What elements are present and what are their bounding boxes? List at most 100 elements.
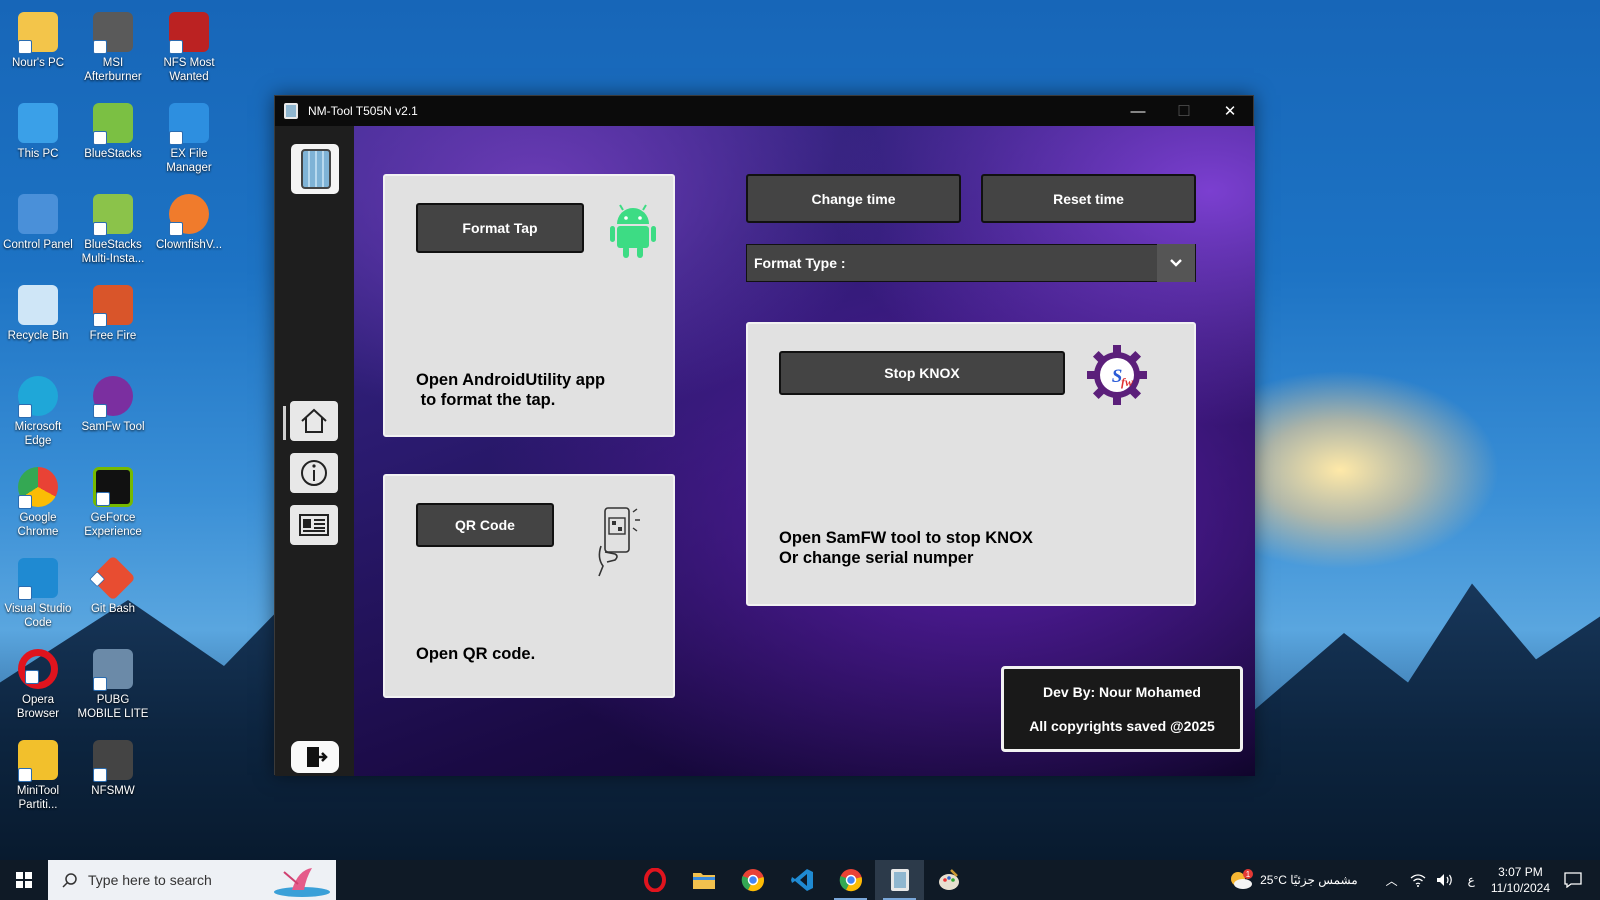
qr-phone-icon [598,507,640,577]
clock[interactable]: 3:07 PM 11/10/2024 [1491,864,1550,896]
tablet-logo-icon [291,144,339,194]
desktop-icon[interactable]: EX File Manager [151,97,227,175]
bluestacks-icon [93,103,133,145]
android-icon [610,204,656,258]
desktop-icon[interactable]: MSI Afterburner [75,6,151,84]
nfs-icon [169,12,209,54]
qr-code-button[interactable]: QR Code [416,503,554,547]
format-type-select[interactable]: Format Type : [746,244,1196,282]
notification-badge: 1 [1246,870,1251,879]
taskbar-pinned-apps [630,860,973,900]
exit-button[interactable] [291,741,339,773]
taskbar-nm-tool[interactable] [875,860,924,900]
knox-card: Stop KNOX S fw Open SamFW tool to stop K… [746,322,1196,606]
desktop-icon[interactable]: Free Fire [75,279,151,343]
taskbar-chrome-profile[interactable] [826,860,875,900]
file-manager-icon [169,103,209,145]
weather-icon[interactable]: 1 [1228,869,1254,891]
desktop-icon[interactable]: Nour's PC [0,6,76,70]
bluestacks-multi-icon [93,194,133,236]
desktop-icon[interactable]: Control Panel [0,188,76,252]
format-tap-button[interactable]: Format Tap [416,203,584,253]
desktop-icon[interactable]: GeForce Experience [75,461,151,539]
taskbar-vscode[interactable] [777,860,826,900]
desktop-icon[interactable]: Google Chrome [0,461,76,539]
home-icon [301,408,327,433]
desktop-icon[interactable]: Git Bash [75,552,151,616]
recycle-bin-icon [18,285,58,325]
exit-icon [307,747,328,767]
desktop-icon[interactable]: PUBG MOBILE LITE [75,643,151,721]
desktop-icon[interactable]: ClownfishV... [151,188,227,252]
desktop-icon[interactable]: NFSMW [75,734,151,798]
chevron-down-icon [1170,259,1182,267]
reset-time-button[interactable]: Reset time [981,174,1196,223]
app-tablet-icon [284,103,298,119]
chevron-up-icon[interactable]: ︿ [1386,872,1398,889]
info-icon [301,460,327,486]
stop-knox-button[interactable]: Stop KNOX [779,351,1065,395]
system-tray: 1 25°C مشمس جزئيًا ︿ ع 3:07 PM 11/10/202… [1228,860,1600,900]
minimize-button[interactable]: — [1115,96,1161,126]
minitool-icon [18,740,58,782]
desktop-icon[interactable]: Opera Browser [0,643,76,721]
computer-icon [18,103,58,143]
nav-info-button[interactable] [290,453,338,493]
windows-logo-icon [16,872,32,888]
app-window: NM-Tool T505N v2.1 — ☐ ✕ Format Tap Open… [274,95,1255,776]
taskbar-paint[interactable] [924,860,973,900]
samfw-icon: S fw [1087,345,1147,405]
search-highlight-icon [274,868,330,897]
notification-center-icon[interactable] [1564,872,1582,888]
samfw-icon [93,376,133,418]
desktop-icon[interactable]: Recycle Bin [0,279,76,343]
folder-user-icon [18,12,58,54]
nav-home-button[interactable] [290,401,338,441]
desktop-icon[interactable]: NFS Most Wanted [151,6,227,84]
close-button[interactable]: ✕ [1207,96,1253,126]
change-time-button[interactable]: Change time [746,174,961,223]
knox-card-text: Open SamFW tool to stop KNOX Or change s… [779,529,1033,567]
format-card-text: Open AndroidUtility app to format the ta… [416,371,606,409]
pubg-icon [93,649,133,691]
opera-icon [643,868,666,892]
title-bar[interactable]: NM-Tool T505N v2.1 — ☐ ✕ [275,96,1253,126]
search-placeholder: Type here to search [88,872,212,888]
opera-icon [18,649,58,689]
main-content: Format Tap Open AndroidUtility app to fo… [354,126,1255,776]
taskbar: Type here to search 1 25°C مشمس جزئيًا ︿… [0,860,1600,900]
nav-contact-button[interactable] [290,505,338,545]
taskbar-search-box[interactable]: Type here to search [48,860,336,900]
start-button[interactable] [0,860,48,900]
vscode-icon [790,869,813,891]
id-card-icon [299,514,329,536]
sidebar [275,126,354,776]
window-title: NM-Tool T505N v2.1 [308,104,418,118]
svg-text:fw: fw [1121,375,1134,389]
desktop-icon[interactable]: BlueStacks [75,97,151,161]
taskbar-file-explorer[interactable] [679,860,728,900]
chrome-icon [741,869,764,892]
desktop-icon[interactable]: BlueStacks Multi-Insta... [75,188,151,266]
format-card: Format Tap Open AndroidUtility app to fo… [383,174,675,437]
nav-selection-indicator [283,406,286,440]
copyright-text: All copyrights saved @2025 [1029,718,1215,734]
chrome-icon [839,869,862,892]
desktop-icon[interactable]: Visual Studio Code [0,552,76,630]
desktop-icon[interactable]: This PC [0,97,76,161]
desktop-icon[interactable]: SamFw Tool [75,370,151,434]
qr-card-text: Open QR code. [416,645,536,663]
input-language[interactable]: ع [1468,873,1475,887]
dropdown-arrow-button[interactable] [1157,244,1195,282]
taskbar-opera[interactable] [630,860,679,900]
git-bash-icon [90,555,136,601]
volume-icon[interactable] [1436,873,1454,887]
tablet-icon [890,869,909,891]
taskbar-chrome[interactable] [728,860,777,900]
dev-name: Dev By: Nour Mohamed [1043,684,1201,700]
wifi-icon[interactable] [1410,873,1426,887]
desktop-icon[interactable]: Microsoft Edge [0,370,76,448]
search-icon [62,873,77,888]
desktop-icon[interactable]: MiniTool Partiti... [0,734,76,812]
weather-text[interactable]: 25°C مشمس جزئيًا [1260,873,1358,887]
